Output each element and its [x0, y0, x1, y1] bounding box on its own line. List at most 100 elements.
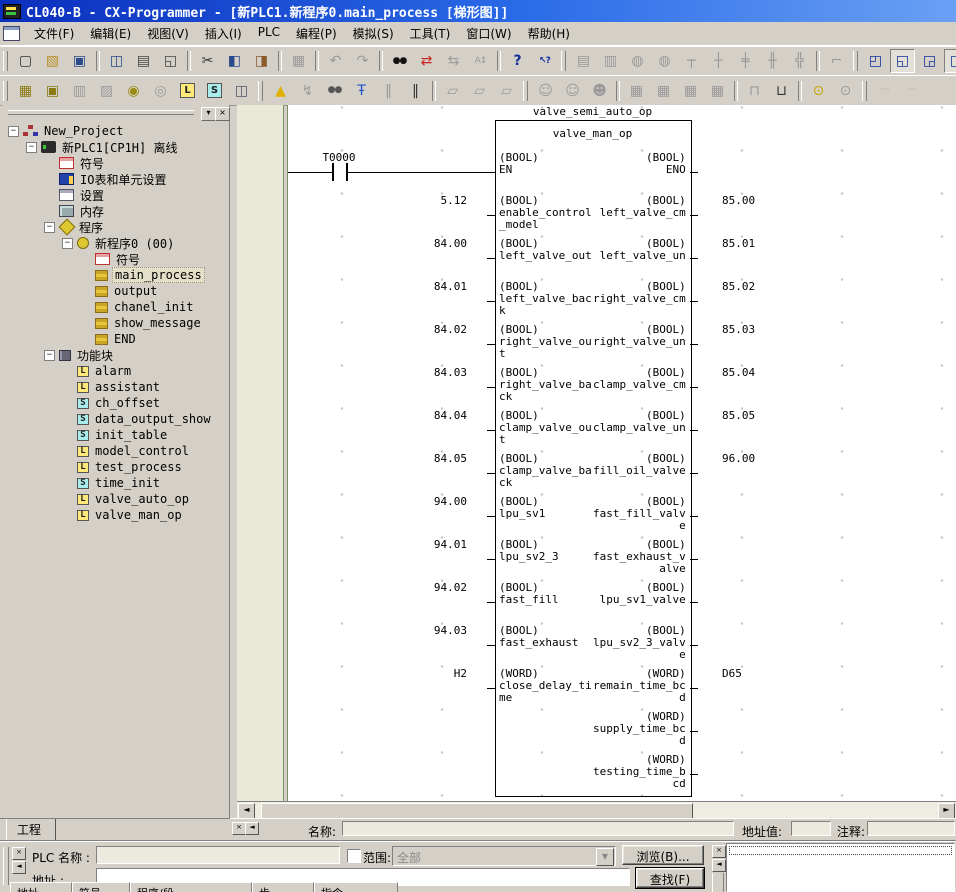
toolbar-grip[interactable] — [561, 51, 566, 71]
fb-output-operand[interactable]: 85.03 — [722, 324, 782, 336]
tree-item-main_process[interactable]: main_process — [2, 267, 227, 283]
result-column-1[interactable]: 符号 — [72, 882, 130, 892]
tree-item-label[interactable]: init_table — [93, 428, 169, 442]
print-preview-icon[interactable]: ◱ — [158, 49, 183, 73]
fb-output-operand[interactable]: 96.00 — [722, 453, 782, 465]
tree-item-output[interactable]: output — [2, 283, 227, 299]
tree-item--PLC1-CP1H-[interactable]: − 新PLC1[CP1H] 离线 — [2, 139, 227, 155]
name-field[interactable] — [342, 821, 734, 836]
tree-item-label[interactable]: show_message — [112, 316, 203, 330]
tree-item-label[interactable]: model_control — [93, 444, 191, 458]
ladder-hscrollbar[interactable]: ◄ ► — [237, 801, 956, 818]
tree-item-model_control[interactable]: Lmodel_control — [2, 443, 227, 459]
time-chart-icon[interactable]: ⊔ — [769, 79, 794, 103]
tree-expand-icon[interactable]: − — [8, 126, 19, 137]
ladder-diagram[interactable]: T0000 valve_semi_auto_op valve_man_op (B… — [288, 105, 956, 801]
tree-item-valve_man_op[interactable]: Lvalve_man_op — [2, 507, 227, 523]
fb-output-operand[interactable]: D65 — [722, 668, 782, 680]
tree-item--[interactable]: 内存 — [2, 203, 227, 219]
find-panel-collapse-icon[interactable]: ◄ — [12, 861, 26, 874]
tree-item-chanel_init[interactable]: chanel_init — [2, 299, 227, 315]
tree-expand-icon[interactable]: − — [26, 142, 37, 153]
result-column-3[interactable]: 步 — [252, 882, 314, 892]
paste-icon[interactable]: ◨ — [249, 49, 274, 73]
tree-item-label[interactable]: 功能块 — [75, 347, 115, 364]
tree-item-label[interactable]: valve_auto_op — [93, 492, 191, 506]
resume-icon[interactable]: ‖ — [403, 79, 428, 103]
menu-item-2[interactable]: 视图(V) — [139, 23, 197, 44]
tree-expand-icon[interactable]: − — [62, 238, 73, 249]
menu-item-4[interactable]: PLC — [250, 23, 288, 44]
tree-item-label[interactable]: New_Project — [42, 124, 125, 138]
save-file-icon[interactable]: ▣ — [67, 49, 92, 73]
fb-input-operand[interactable]: H2 — [407, 668, 467, 680]
menu-item-7[interactable]: 工具(T) — [402, 23, 459, 44]
find-replace-icon[interactable]: ⇄ — [414, 49, 439, 73]
scroll-right-icon[interactable]: ► — [938, 803, 955, 819]
tree-item-label[interactable]: 新PLC1[CP1H] 离线 — [60, 139, 179, 156]
fb-input-operand[interactable]: 84.03 — [407, 367, 467, 379]
output-close-icon[interactable]: × — [712, 845, 726, 858]
contact-operand[interactable]: T0000 — [308, 152, 370, 164]
fb-output-operand[interactable]: 85.00 — [722, 195, 782, 207]
fb-output-operand[interactable]: 85.05 — [722, 410, 782, 422]
plc-name-field[interactable] — [96, 846, 340, 864]
scroll-left-icon[interactable]: ◄ — [238, 803, 255, 819]
result-column-2[interactable]: 程序/段 — [130, 882, 252, 892]
tree-item-data_output_show[interactable]: Sdata_output_show — [2, 411, 227, 427]
range-checkbox[interactable] — [347, 849, 361, 863]
tree-item-label[interactable]: time_init — [93, 476, 162, 490]
tree-item-time_init[interactable]: Stime_init — [2, 475, 227, 491]
fb-input-operand[interactable]: 94.01 — [407, 539, 467, 551]
tree-panel-pin-icon[interactable]: ▾ — [201, 107, 216, 121]
tree-item-label[interactable]: assistant — [93, 380, 162, 394]
view-mnemonics-icon[interactable]: ◰ — [863, 49, 888, 73]
fb-instance-icon[interactable]: ◫ — [229, 79, 254, 103]
tree-item-label[interactable]: test_process — [93, 460, 184, 474]
menu-item-9[interactable]: 帮助(H) — [520, 23, 578, 44]
find-icon[interactable]: ●● — [387, 49, 412, 73]
fb-instance-name[interactable]: valve_semi_auto_op — [495, 106, 690, 118]
statusbar-close-icon[interactable]: × — [232, 822, 246, 835]
output-panel-scroll[interactable] — [712, 873, 724, 892]
toolbar-grip[interactable] — [853, 51, 858, 71]
tree-expand-icon[interactable]: − — [44, 222, 55, 233]
menu-item-5[interactable]: 编程(P) — [288, 23, 345, 44]
menu-item-3[interactable]: 插入(I) — [197, 23, 250, 44]
tree-item--[interactable]: −程序 — [2, 219, 227, 235]
tree-item-IO-[interactable]: IO表和单元设置 — [2, 171, 227, 187]
fb-input-operand[interactable]: 94.03 — [407, 625, 467, 637]
simulator-online-icon[interactable]: ▲ — [268, 79, 293, 103]
result-column-4[interactable]: 指令 — [314, 882, 398, 892]
tree-item-label[interactable]: chanel_init — [112, 300, 195, 314]
tree-item-label[interactable]: main_process — [112, 267, 205, 283]
fb-input-operand[interactable]: 94.00 — [407, 496, 467, 508]
print-icon[interactable]: ▤ — [131, 49, 156, 73]
view-watch-window-icon[interactable]: ◲ — [917, 49, 942, 73]
comment-field[interactable] — [867, 821, 955, 836]
open-file-icon[interactable]: ▧ — [40, 49, 65, 73]
toolbar-grip[interactable] — [523, 81, 528, 101]
tree-item-label[interactable]: valve_man_op — [93, 508, 184, 522]
new-fb-ladder-icon[interactable]: L — [175, 79, 200, 103]
chevron-down-icon[interactable]: ▼ — [596, 848, 614, 866]
tree-item--[interactable]: − 功能块 — [2, 347, 227, 363]
toolbar-grip[interactable] — [3, 51, 8, 71]
tree-item-label[interactable]: ch_offset — [93, 396, 162, 410]
tree-item-label[interactable]: 新程序0 (00) — [93, 235, 176, 252]
set-password-icon[interactable]: ⊙ — [806, 79, 831, 103]
new-file-icon[interactable]: ▢ — [13, 49, 38, 73]
tree-item--0-00-[interactable]: − 新程序0 (00) — [2, 235, 227, 251]
tree-item-END[interactable]: END — [2, 331, 227, 347]
new-plc-icon[interactable]: ▣ — [40, 79, 65, 103]
tree-expand-icon[interactable]: − — [44, 350, 55, 361]
browse-button[interactable]: 浏览(B)... — [622, 845, 704, 865]
fb-input-operand[interactable]: 5.12 — [407, 195, 467, 207]
tree-item-label[interactable]: 符号 — [78, 155, 106, 172]
tree-item-label[interactable]: alarm — [93, 364, 133, 378]
tree-panel-close-icon[interactable]: × — [215, 107, 230, 121]
find-panel-grip[interactable] — [3, 847, 9, 885]
child-window-icon[interactable] — [3, 26, 20, 41]
toolbar-grip[interactable] — [258, 81, 263, 101]
find-panel-close-icon[interactable]: × — [12, 847, 26, 860]
